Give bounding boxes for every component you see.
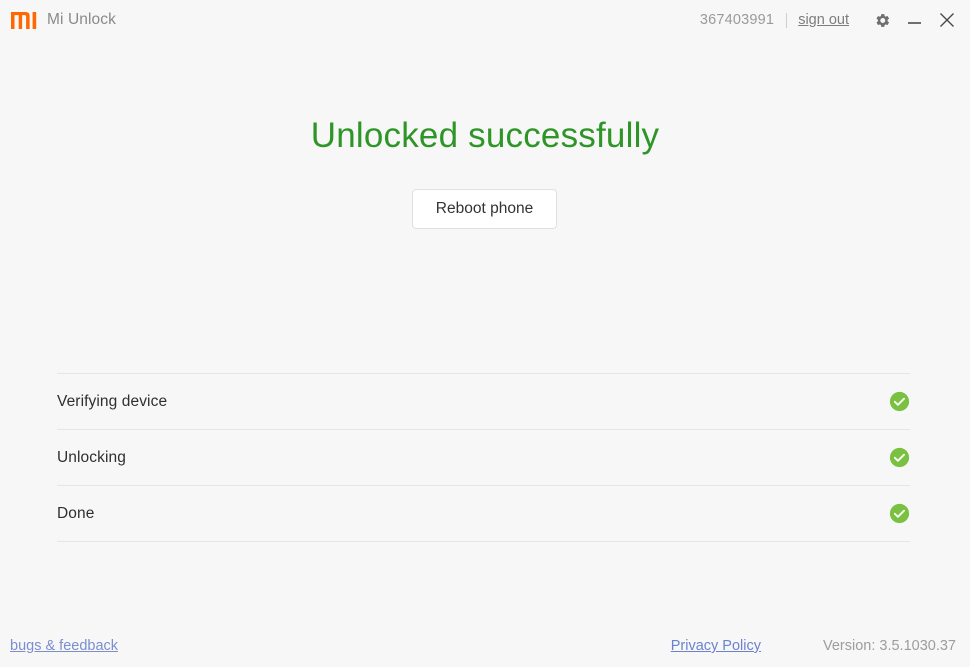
step-row-done: Done bbox=[57, 486, 910, 542]
minimize-bar bbox=[907, 22, 921, 24]
step-row-verifying-device: Verifying device bbox=[57, 373, 910, 430]
step-row-unlocking: Unlocking bbox=[57, 430, 910, 486]
bugs-feedback-link[interactable]: bugs & feedback bbox=[10, 638, 118, 654]
step-label: Verifying device bbox=[57, 392, 168, 410]
reboot-phone-button[interactable]: Reboot phone bbox=[412, 189, 557, 229]
step-label: Unlocking bbox=[57, 448, 126, 466]
mi-logo-icon bbox=[11, 11, 38, 29]
account-id: 367403991 bbox=[699, 12, 775, 28]
footer-right: Privacy Policy Version: 3.5.1030.37 bbox=[671, 638, 956, 654]
title-bar-controls: 367403991 sign out bbox=[700, 11, 956, 29]
check-circle-icon bbox=[889, 447, 910, 468]
close-icon[interactable] bbox=[938, 11, 956, 29]
minimize-icon[interactable] bbox=[906, 11, 922, 29]
privacy-policy-link[interactable]: Privacy Policy bbox=[671, 638, 761, 654]
page-title: Unlocked successfully bbox=[310, 116, 660, 155]
brand: Mi Unlock bbox=[11, 11, 116, 29]
gear-icon[interactable] bbox=[873, 11, 891, 29]
step-label: Done bbox=[57, 504, 95, 522]
progress-steps-list: Verifying device Unlocking Done bbox=[57, 373, 910, 542]
title-bar: Mi Unlock 367403991 sign out bbox=[0, 0, 970, 40]
check-circle-icon bbox=[889, 503, 910, 524]
check-circle-icon bbox=[889, 391, 910, 412]
app-title: Mi Unlock bbox=[47, 11, 116, 28]
footer: bugs & feedback Privacy Policy Version: … bbox=[0, 625, 970, 667]
version-label: Version: 3.5.1030.37 bbox=[822, 638, 956, 654]
sign-out-link[interactable]: sign out bbox=[798, 12, 849, 28]
divider bbox=[786, 12, 788, 28]
